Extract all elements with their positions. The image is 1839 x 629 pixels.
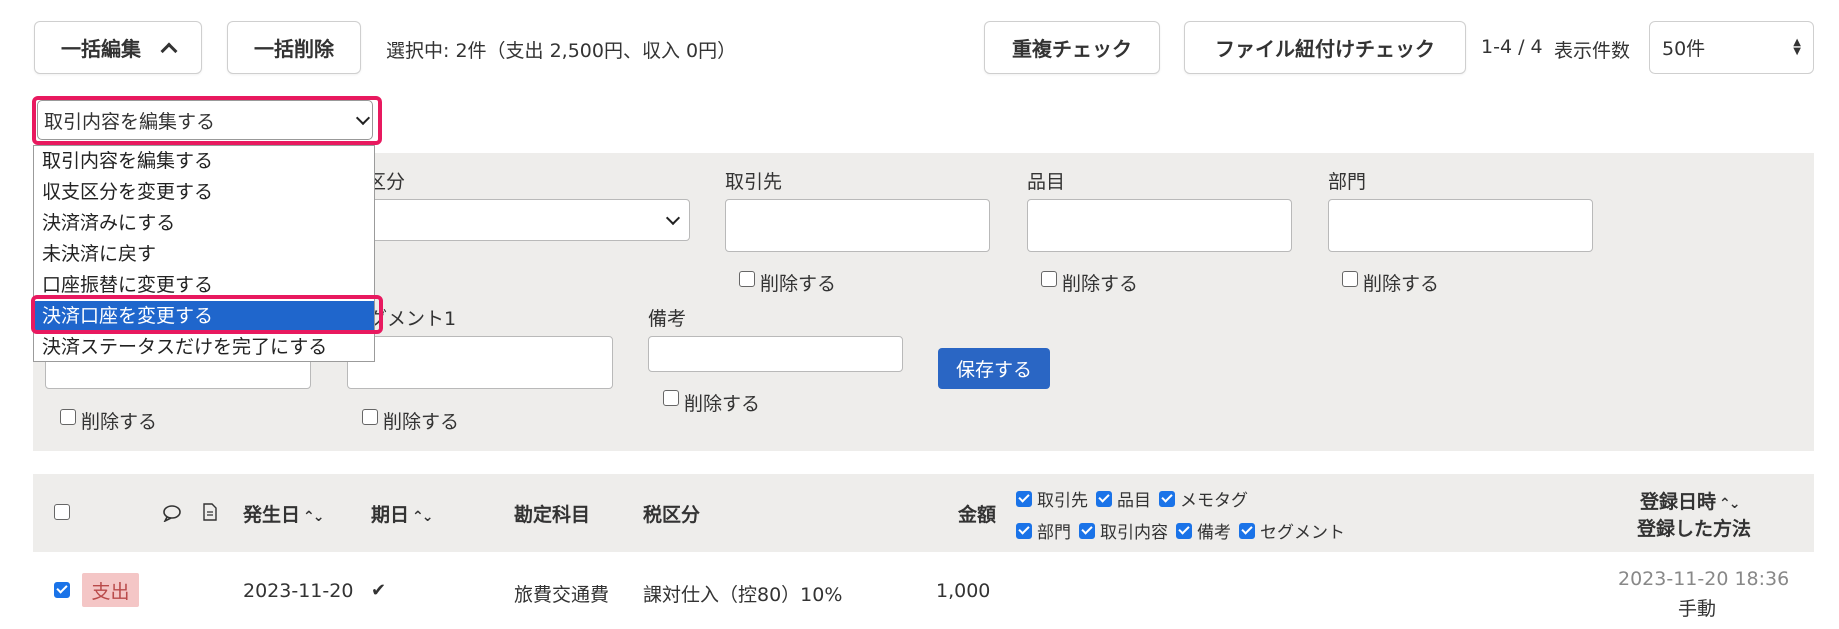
sort-icon: ⌃⌄ (412, 509, 434, 525)
column-option-label: セグメント (1260, 523, 1345, 543)
category-select[interactable] (347, 199, 690, 241)
partner-delete-label: 削除する (760, 273, 837, 295)
row-checkbox[interactable] (54, 582, 70, 598)
column-option-checkbox[interactable] (1176, 522, 1192, 539)
partner-label: 取引先 (725, 171, 783, 193)
department-delete-label: 削除する (1363, 273, 1440, 295)
column-option-label: 取引先 (1037, 491, 1088, 511)
dropdown-option-complete-status[interactable]: 決済ステータスだけを完了にする (34, 332, 374, 363)
item-delete-checkbox[interactable] (1041, 271, 1057, 287)
column-options-row-1: 取引先 品目 メモタグ (1016, 486, 1248, 511)
header-registered-at[interactable]: 登録日時 ⌃⌄ (1640, 487, 1741, 514)
column-option-checkbox[interactable] (1016, 490, 1032, 507)
partner-input[interactable] (725, 199, 990, 252)
header-registered-method: 登録した方法 (1637, 518, 1752, 540)
note-label: 備考 (648, 308, 687, 330)
per-page-select[interactable]: 50件 ▲ ▼ (1649, 21, 1814, 74)
column-option-checkbox[interactable] (1096, 490, 1112, 507)
header-due-label: 期日 (371, 504, 410, 526)
cell-registered-method: 手動 (1678, 598, 1717, 620)
chevron-down-icon (665, 210, 681, 226)
header-amount: 金額 (958, 504, 997, 526)
cell-date: 2023-11-20 (243, 580, 354, 602)
column-option-label: 取引内容 (1100, 523, 1168, 543)
column-option-label: 品目 (1117, 491, 1151, 511)
item-input[interactable] (1027, 199, 1292, 252)
first-field-delete-checkbox[interactable] (60, 409, 76, 425)
header-tax: 税区分 (643, 504, 701, 526)
segment-input[interactable] (347, 336, 613, 389)
column-option-checkbox[interactable] (1239, 522, 1255, 539)
header-date[interactable]: 発生日 ⌃⌄ (243, 500, 325, 527)
department-label: 部門 (1328, 171, 1367, 193)
dropdown-option-mark-settled[interactable]: 決済済みにする (34, 208, 374, 239)
header-due[interactable]: 期日 ⌃⌄ (371, 500, 434, 527)
bulk-edit-label: 一括編集 (61, 37, 141, 61)
column-option-label: メモタグ (1180, 491, 1248, 511)
file-link-check-button[interactable]: ファイル紐付けチェック (1184, 21, 1466, 74)
dropdown-option-mark-unsettled[interactable]: 未決済に戻す (34, 239, 374, 270)
header-account: 勘定科目 (514, 504, 591, 526)
cell-account: 旅費交通費 (514, 584, 610, 606)
item-label: 品目 (1027, 171, 1066, 193)
note-delete-checkbox[interactable] (663, 390, 679, 406)
first-field-delete-label: 削除する (81, 411, 158, 433)
column-option-label: 備考 (1197, 523, 1231, 543)
file-icon (203, 503, 217, 526)
sort-icon: ⌃⌄ (1719, 496, 1741, 512)
select-arrows-icon: ▲ ▼ (1793, 37, 1801, 57)
column-options-row-2: 部門 取引内容 備考 セグメント (1016, 518, 1345, 543)
column-option-checkbox[interactable] (1016, 522, 1032, 539)
type-badge: 支出 (82, 573, 139, 607)
sort-icon: ⌃⌄ (303, 509, 325, 525)
duplicate-check-button[interactable]: 重複チェック (984, 21, 1160, 74)
note-input[interactable] (648, 336, 903, 372)
cell-registered-at: 2023-11-20 18:36 (1618, 568, 1790, 590)
select-all-checkbox[interactable] (54, 504, 70, 520)
bulk-edit-button[interactable]: 一括編集 (34, 21, 202, 74)
note-delete-label: 削除する (684, 393, 761, 415)
action-select-highlight (32, 96, 382, 145)
bulk-delete-label: 一括削除 (254, 37, 334, 61)
file-link-check-label: ファイル紐付けチェック (1215, 37, 1435, 61)
cell-due-check: ✔ (371, 580, 387, 601)
selection-summary: 選択中: 2件（支出 2,500円、収入 0円） (386, 40, 737, 62)
column-option-checkbox[interactable] (1079, 522, 1095, 539)
column-option-label: 部門 (1037, 523, 1071, 543)
segment-delete-checkbox[interactable] (362, 409, 378, 425)
duplicate-check-label: 重複チェック (1012, 37, 1132, 61)
department-delete-checkbox[interactable] (1342, 271, 1358, 287)
item-delete-label: 削除する (1062, 273, 1139, 295)
cell-amount: 1,000 (936, 580, 991, 602)
dropdown-option-edit-content[interactable]: 取引内容を編集する (34, 146, 374, 177)
cell-tax: 課対仕入（控80）10% (643, 584, 843, 606)
per-page-value: 50件 (1662, 38, 1706, 60)
header-registered-at-label: 登録日時 (1640, 491, 1717, 513)
per-page-label: 表示件数 (1554, 40, 1631, 62)
save-button[interactable]: 保存する (938, 348, 1050, 389)
bulk-delete-button[interactable]: 一括削除 (227, 21, 361, 74)
range-text: 1-4 / 4 (1481, 36, 1543, 58)
comment-icon (162, 504, 182, 527)
department-input[interactable] (1328, 199, 1593, 252)
segment-delete-label: 削除する (383, 411, 460, 433)
chevron-up-icon (160, 42, 178, 60)
column-option-checkbox[interactable] (1159, 490, 1175, 507)
option-highlight (31, 295, 383, 334)
header-date-label: 発生日 (243, 504, 301, 526)
dropdown-option-change-type[interactable]: 収支区分を変更する (34, 177, 374, 208)
partner-delete-checkbox[interactable] (739, 271, 755, 287)
